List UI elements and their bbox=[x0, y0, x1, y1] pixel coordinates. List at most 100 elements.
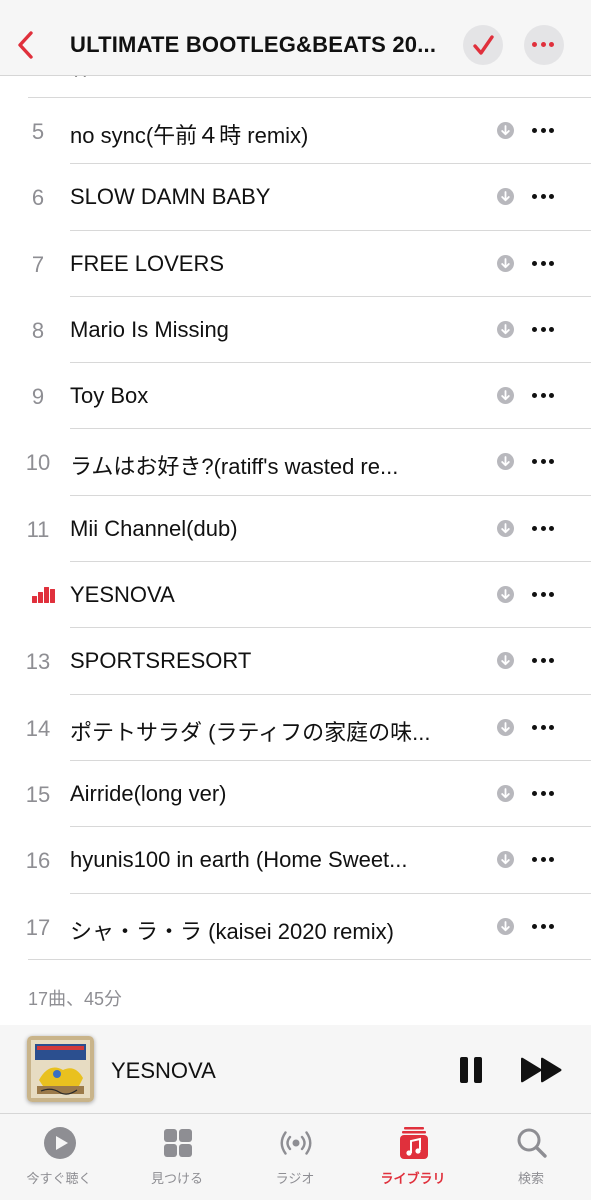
track-more-button[interactable] bbox=[532, 128, 554, 133]
playlist-summary: 17曲、45分 bbox=[28, 989, 123, 1009]
download-icon[interactable] bbox=[497, 851, 514, 869]
grid-icon bbox=[164, 1129, 192, 1157]
tab-listen-now[interactable]: 今すぐ聴く bbox=[0, 1120, 118, 1190]
track-number: 8 bbox=[31, 317, 45, 343]
track-row[interactable]: 13 SPORTSRESORT bbox=[0, 628, 591, 695]
track-more-button[interactable] bbox=[532, 857, 554, 863]
now-playing-bars-icon bbox=[32, 585, 56, 604]
download-icon[interactable] bbox=[497, 453, 514, 471]
ellipsis-icon bbox=[532, 42, 554, 47]
tab-radio[interactable]: ラジオ bbox=[236, 1120, 354, 1190]
track-more-button[interactable] bbox=[532, 923, 554, 929]
tab-browse[interactable]: 見つける bbox=[118, 1120, 236, 1190]
tab-label: ライブラリ bbox=[380, 1171, 446, 1186]
search-icon bbox=[517, 1128, 547, 1158]
track-number: 17 bbox=[25, 914, 51, 940]
track-row[interactable]: 17 シャ・ラ・ラ (kaisei 2020 remix) bbox=[0, 894, 591, 960]
ellipsis-icon bbox=[532, 592, 554, 598]
download-icon[interactable] bbox=[497, 652, 514, 670]
ellipsis-icon bbox=[532, 326, 554, 332]
album-artwork[interactable] bbox=[27, 1036, 94, 1102]
track-more-button[interactable] bbox=[532, 724, 554, 730]
track-number: 7 bbox=[31, 251, 45, 277]
now-playing-title: YESNOVA bbox=[111, 1058, 216, 1083]
track-row[interactable]: 11 Mii Channel(dub) bbox=[0, 496, 591, 563]
download-icon[interactable] bbox=[497, 784, 514, 802]
track-more-button[interactable] bbox=[532, 658, 554, 664]
track-title: no sync(午前４時 remix) bbox=[70, 123, 309, 148]
ellipsis-icon bbox=[532, 857, 554, 863]
track-title: Mii Channel(dub) bbox=[70, 515, 238, 541]
track-more-button[interactable] bbox=[532, 260, 554, 266]
ellipsis-icon bbox=[532, 790, 554, 796]
track-row[interactable]: 12YESNOVA bbox=[0, 562, 591, 629]
row-divider bbox=[28, 958, 591, 960]
select-button[interactable] bbox=[463, 25, 503, 65]
fast-forward-icon bbox=[521, 1057, 562, 1083]
track-row[interactable]: 6 SLOW DAMN BABY bbox=[0, 164, 591, 231]
track-row[interactable]: 9 Toy Box bbox=[0, 363, 591, 430]
download-icon[interactable] bbox=[497, 387, 514, 405]
download-icon[interactable] bbox=[497, 320, 514, 338]
download-icon[interactable] bbox=[497, 917, 514, 935]
track-row[interactable]: 14 ポテトサラダ (ラティフの家庭の味... bbox=[0, 695, 591, 761]
ellipsis-icon bbox=[532, 923, 554, 929]
track-title: hyunis100 in earth (Home Sweet... bbox=[70, 847, 408, 873]
tab-search[interactable]: 検索 bbox=[472, 1120, 590, 1190]
download-icon[interactable] bbox=[497, 519, 514, 537]
download-icon[interactable] bbox=[497, 718, 514, 736]
track-more-button[interactable] bbox=[532, 525, 554, 531]
tab-library[interactable]: ライブラリ bbox=[354, 1120, 472, 1190]
track-title: Toy Box bbox=[70, 383, 149, 409]
track-row[interactable]: 8 Mario Is Missing bbox=[0, 297, 591, 364]
track-title: FREE LOVERS bbox=[70, 250, 225, 276]
mini-player[interactable]: YESNOVA bbox=[0, 1025, 591, 1114]
track-number: 13 bbox=[25, 649, 51, 675]
track-row[interactable]: 5 no sync(午前４時 remix) bbox=[0, 98, 591, 165]
ellipsis-icon bbox=[532, 393, 554, 399]
tab-bar: 今すぐ聴く 見つける ラジオ ライブラリ 検索 bbox=[0, 1114, 591, 1200]
ellipsis-icon bbox=[532, 724, 554, 730]
ellipsis-icon bbox=[532, 459, 554, 465]
pause-icon bbox=[460, 1057, 482, 1083]
ellipsis-icon bbox=[532, 658, 554, 664]
track-number: 15 bbox=[25, 781, 51, 807]
track-number: 11 bbox=[26, 516, 50, 542]
nav-header: ULTIMATE BOOTLEG&BEATS 20... bbox=[0, 0, 591, 76]
track-title: SLOW DAMN BABY bbox=[70, 184, 271, 210]
tab-label: 見つける bbox=[150, 1171, 203, 1186]
tab-label: ラジオ bbox=[275, 1171, 315, 1186]
track-row[interactable]: 16 hyunis100 in earth (Home Sweet... bbox=[0, 827, 591, 894]
track-more-button[interactable] bbox=[532, 459, 554, 465]
library-music-icon bbox=[400, 1127, 428, 1159]
track-title: YESNOVA bbox=[70, 582, 175, 608]
track-row[interactable]: 7 FREE LOVERS bbox=[0, 231, 591, 297]
track-more-button[interactable] bbox=[532, 790, 554, 796]
track-row[interactable]: 10 ラムはお好き?(ratiff's wasted re... bbox=[0, 429, 591, 496]
track-more-button[interactable] bbox=[532, 194, 554, 200]
download-icon[interactable] bbox=[497, 254, 514, 272]
track-title: ラムはお好き?(ratiff's wasted re... bbox=[70, 454, 399, 480]
ellipsis-icon bbox=[532, 128, 554, 133]
ellipsis-icon bbox=[532, 260, 554, 266]
radio-waves-icon bbox=[280, 1131, 312, 1155]
track-number: 16 bbox=[25, 848, 51, 874]
back-button[interactable] bbox=[14, 28, 38, 62]
track-number: 5 bbox=[31, 119, 45, 144]
track-title: ポテトサラダ (ラティフの家庭の味... bbox=[70, 719, 431, 745]
play-circle-icon bbox=[44, 1127, 76, 1159]
track-more-button[interactable] bbox=[532, 393, 554, 399]
fast-forward-button[interactable] bbox=[519, 1056, 565, 1084]
track-number: 6 bbox=[31, 185, 45, 211]
track-title: Mario Is Missing bbox=[70, 316, 229, 342]
pause-button[interactable] bbox=[459, 1056, 483, 1084]
download-icon[interactable] bbox=[497, 122, 514, 139]
download-icon[interactable] bbox=[497, 586, 514, 604]
more-options-button[interactable] bbox=[524, 25, 564, 65]
track-row[interactable]: 15 Airride(long ver) bbox=[0, 761, 591, 828]
track-more-button[interactable] bbox=[532, 592, 554, 598]
track-title: Airride(long ver) bbox=[70, 780, 227, 806]
download-icon[interactable] bbox=[497, 188, 514, 206]
playlist-title: ULTIMATE BOOTLEG&BEATS 20... bbox=[70, 32, 437, 57]
track-more-button[interactable] bbox=[532, 326, 554, 332]
